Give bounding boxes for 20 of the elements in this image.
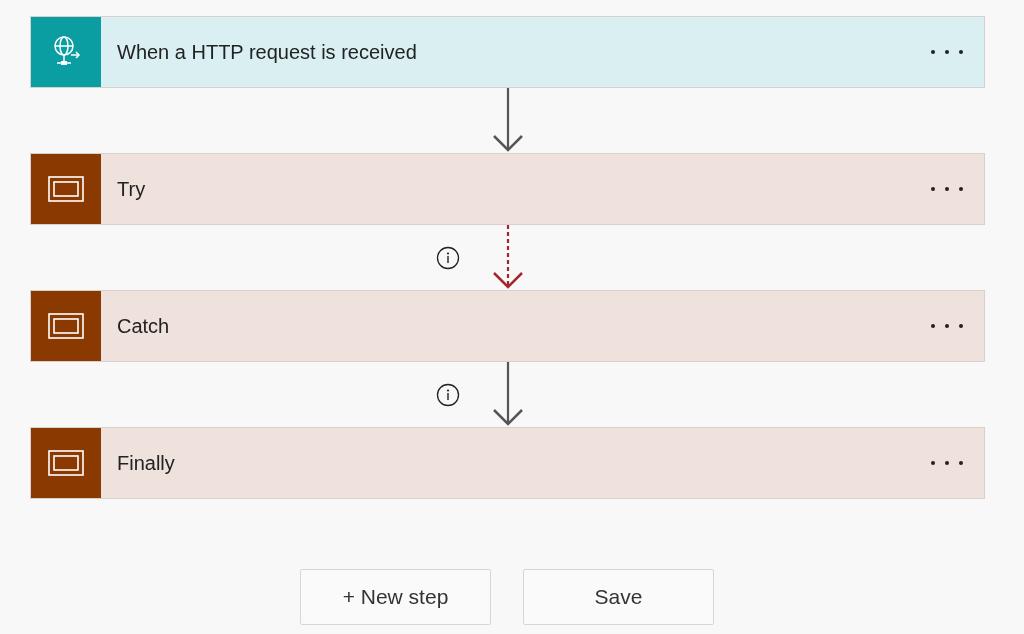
step-card[interactable]: Finally	[30, 427, 985, 499]
scope-icon	[31, 428, 101, 498]
step-card[interactable]: Try	[30, 153, 985, 225]
more-icon[interactable]	[930, 460, 964, 466]
more-icon[interactable]	[930, 323, 964, 329]
step-title: Finally	[117, 451, 176, 475]
scope-icon	[31, 154, 101, 224]
info-icon[interactable]	[435, 245, 460, 270]
scope-icon	[31, 291, 101, 361]
new-step-button[interactable]: + New step	[300, 569, 491, 625]
save-button[interactable]: Save	[523, 569, 714, 625]
step-card[interactable]: When a HTTP request is received	[30, 16, 985, 88]
globe-icon	[31, 17, 101, 87]
info-icon[interactable]	[435, 382, 460, 407]
step-title: Try	[117, 177, 147, 201]
more-icon[interactable]	[930, 49, 964, 55]
step-title: When a HTTP request is received	[117, 40, 418, 64]
step-card[interactable]: Catch	[30, 290, 985, 362]
more-icon[interactable]	[930, 186, 964, 192]
step-title: Catch	[117, 314, 171, 338]
